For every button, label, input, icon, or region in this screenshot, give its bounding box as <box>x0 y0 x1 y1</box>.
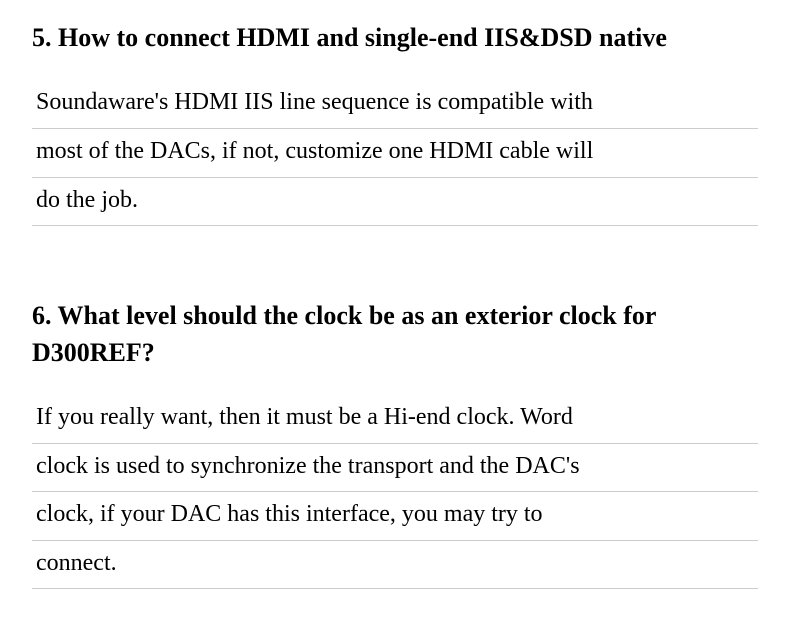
faq-section-6: 6. What level should the clock be as an … <box>32 298 758 589</box>
faq-answer-line: most of the DACs, if not, customize one … <box>32 129 758 178</box>
faq-answer-line: If you really want, then it must be a Hi… <box>32 395 758 444</box>
faq-heading-5: 5. How to connect HDMI and single-end II… <box>32 20 758 56</box>
faq-heading-6: 6. What level should the clock be as an … <box>32 298 758 371</box>
faq-section-5: 5. How to connect HDMI and single-end II… <box>32 20 758 226</box>
faq-answer-line: clock, if your DAC has this interface, y… <box>32 492 758 541</box>
faq-answer-line: do the job. <box>32 178 758 227</box>
faq-answer-line: clock is used to synchronize the transpo… <box>32 444 758 493</box>
faq-answer-line: connect. <box>32 541 758 590</box>
faq-answer-line: Soundaware's HDMI IIS line sequence is c… <box>32 80 758 129</box>
